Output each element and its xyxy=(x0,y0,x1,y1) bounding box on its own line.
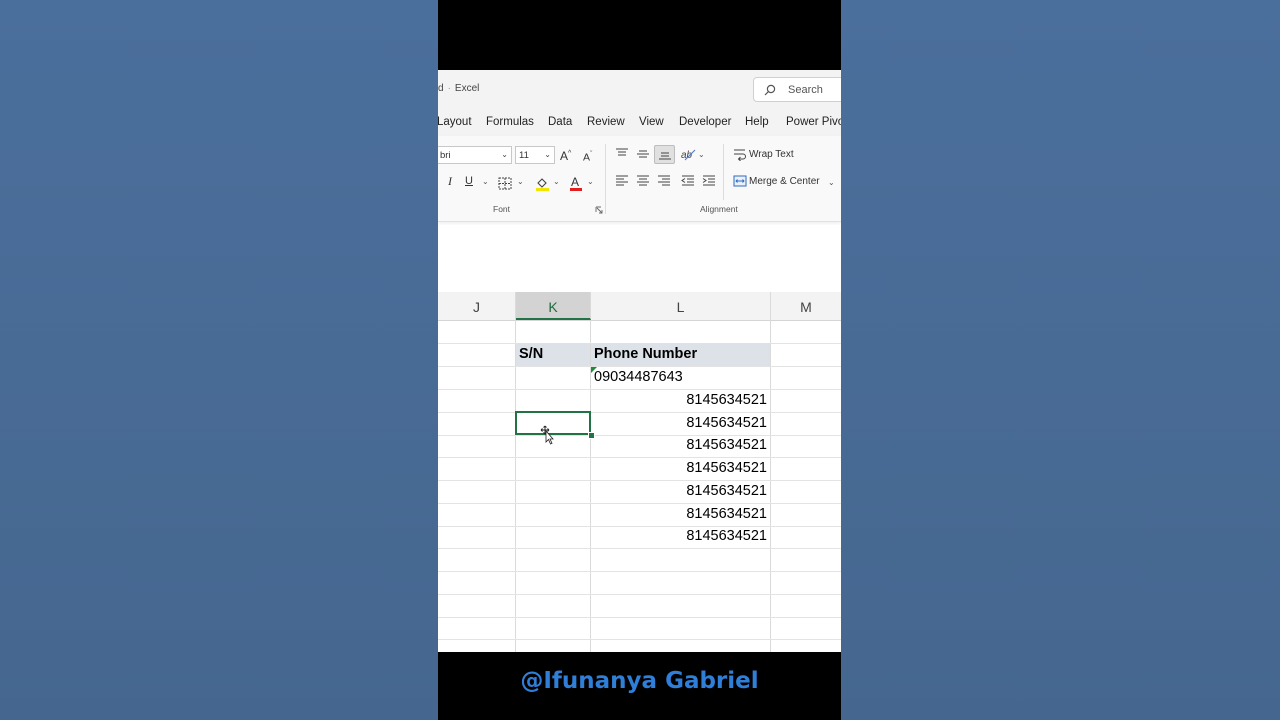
ribbon-tabs: Layout Formulas Data Review View Develop… xyxy=(438,110,841,136)
underline-button[interactable]: U xyxy=(465,174,473,188)
align-left-icon[interactable] xyxy=(615,175,629,187)
ribbon-divider xyxy=(605,144,606,214)
tab-developer[interactable]: Developer xyxy=(679,116,731,128)
background-left xyxy=(0,0,438,720)
grid-line xyxy=(770,320,771,652)
column-header-l[interactable]: L xyxy=(591,292,771,320)
fill-color-icon[interactable] xyxy=(535,176,550,191)
grid-line xyxy=(438,594,841,595)
font-name-value: bri xyxy=(440,150,451,161)
window-title: d · Excel xyxy=(438,83,479,94)
decrease-indent-icon[interactable] xyxy=(681,175,695,187)
move-cursor-icon xyxy=(540,425,554,445)
dialog-launcher-icon[interactable] xyxy=(595,206,603,214)
align-top-icon[interactable] xyxy=(615,148,629,160)
video-frame: d · Excel Search Layout Formulas Data Revi… xyxy=(438,0,841,720)
tab-review[interactable]: Review xyxy=(587,116,625,128)
document-name-fragment: d xyxy=(438,83,444,94)
grid-line xyxy=(438,435,841,436)
chevron-down-icon[interactable]: ⌄ xyxy=(553,175,560,189)
wrap-text-icon[interactable] xyxy=(733,148,747,161)
tab-help[interactable]: Help xyxy=(745,116,769,128)
chevron-down-icon[interactable]: ⌄ xyxy=(698,148,705,162)
chevron-down-icon[interactable]: ⌄ xyxy=(517,175,524,189)
font-color-icon[interactable]: A xyxy=(569,175,583,191)
grid-line xyxy=(438,480,841,481)
grid-line xyxy=(515,320,516,652)
merge-center-icon[interactable] xyxy=(733,175,747,187)
cell-l4[interactable]: 8145634521 xyxy=(686,392,767,408)
cell-l9[interactable]: 8145634521 xyxy=(686,506,767,522)
watermark: @Ifunanya Gabriel xyxy=(520,668,759,694)
tab-power-pivot[interactable]: Power Pivo xyxy=(786,116,841,128)
cell-l6[interactable]: 8145634521 xyxy=(686,437,767,453)
increase-indent-icon[interactable] xyxy=(702,175,716,187)
search-placeholder: Search xyxy=(788,84,823,96)
grid-line xyxy=(438,389,841,390)
cell-l8[interactable]: 8145634521 xyxy=(686,483,767,499)
column-header-m[interactable]: M xyxy=(771,292,841,320)
cell-l3[interactable]: 09034487643 xyxy=(594,369,683,385)
formula-area xyxy=(438,225,841,292)
tab-data[interactable]: Data xyxy=(548,116,572,128)
cell-l10[interactable]: 8145634521 xyxy=(686,528,767,544)
cell-l2-phone-header[interactable]: Phone Number xyxy=(594,346,697,362)
chevron-down-icon[interactable]: ⌄ xyxy=(482,175,489,189)
align-bottom-icon xyxy=(659,152,671,160)
wrap-text-button[interactable]: Wrap Text xyxy=(749,149,794,160)
tab-page-layout[interactable]: Layout xyxy=(438,116,472,128)
chevron-down-icon[interactable]: ⌄ xyxy=(587,175,594,189)
column-header-row: J K L M xyxy=(438,292,841,321)
app-name: Excel xyxy=(454,83,480,94)
cell-l7[interactable]: 8145634521 xyxy=(686,460,767,476)
ribbon-divider xyxy=(723,144,724,200)
increase-font-size-icon[interactable]: A^ xyxy=(560,147,571,163)
chevron-down-icon[interactable]: ⌄ xyxy=(828,176,835,190)
grid-line xyxy=(438,617,841,618)
search-box[interactable]: Search xyxy=(753,77,841,102)
font-name-combo[interactable]: bri ⌄ xyxy=(438,146,512,164)
title-bar: d · Excel Search xyxy=(438,70,841,110)
column-header-k[interactable]: K xyxy=(516,292,591,320)
background-right xyxy=(841,0,1280,720)
merge-center-button[interactable]: Merge & Center xyxy=(749,176,820,187)
grid-line xyxy=(438,548,841,549)
font-group-label: Font xyxy=(493,204,511,214)
cell-k2-sn-header[interactable]: S/N xyxy=(519,346,543,362)
chevron-down-icon: ⌄ xyxy=(501,150,508,159)
align-bottom-button[interactable] xyxy=(654,145,675,164)
svg-text:ab: ab xyxy=(681,150,693,161)
grid-line xyxy=(438,571,841,572)
grid-line xyxy=(438,412,841,413)
orientation-icon[interactable]: ab xyxy=(680,147,696,161)
excel-window: d · Excel Search Layout Formulas Data Revi… xyxy=(438,70,841,652)
italic-button[interactable]: I xyxy=(448,174,452,188)
column-header-j[interactable]: J xyxy=(438,292,516,320)
tab-formulas[interactable]: Formulas xyxy=(486,116,534,128)
font-size-combo[interactable]: 11 ⌄ xyxy=(515,146,555,164)
align-right-icon[interactable] xyxy=(657,175,671,187)
font-size-value: 11 xyxy=(519,150,529,161)
align-middle-icon[interactable] xyxy=(636,148,650,160)
title-separator: · xyxy=(447,83,451,94)
fill-handle[interactable] xyxy=(588,432,595,439)
borders-icon[interactable] xyxy=(498,177,512,190)
tab-view[interactable]: View xyxy=(639,116,664,128)
grid-line xyxy=(438,457,841,458)
alignment-group-label: Alignment xyxy=(700,204,738,214)
cell-l5[interactable]: 8145634521 xyxy=(686,415,767,431)
search-icon xyxy=(764,84,776,96)
grid-line xyxy=(438,639,841,640)
grid-line xyxy=(438,526,841,527)
grid-line xyxy=(438,503,841,504)
svg-text:A: A xyxy=(571,175,579,189)
grid-line xyxy=(438,366,841,367)
ribbon: bri ⌄ 11 ⌄ A^ Aˇ I U ⌄ ⌄ ⌄ A ⌄ Font ab ⌄… xyxy=(438,136,841,222)
decrease-font-size-icon[interactable]: Aˇ xyxy=(583,148,592,165)
chevron-down-icon: ⌄ xyxy=(544,150,551,159)
align-center-icon[interactable] xyxy=(636,175,650,187)
